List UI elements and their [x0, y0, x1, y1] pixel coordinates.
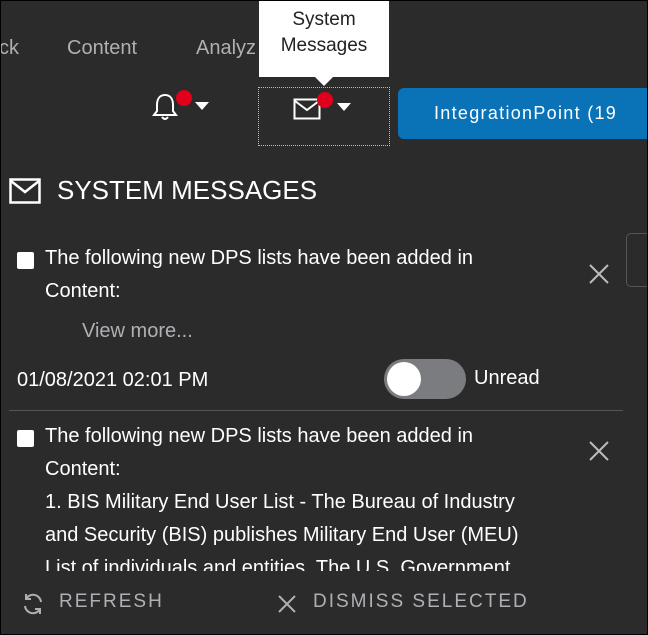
message-line: List of individuals and entities. The U.…	[45, 557, 511, 571]
message-line: The following new DPS lists have been ad…	[45, 247, 474, 269]
view-more-link[interactable]: View more...	[82, 320, 193, 343]
divider	[9, 410, 623, 411]
nav-item-partial[interactable]: ck	[1, 37, 19, 60]
message-text: The following new DPS lists have been ad…	[45, 242, 585, 308]
system-messages-tooltip: System Messages	[259, 1, 389, 86]
envelope-icon	[9, 178, 41, 204]
close-icon[interactable]	[588, 440, 610, 462]
panel-title: SYSTEM MESSAGES	[57, 175, 318, 205]
integrationpoint-button[interactable]: IntegrationPoint (19	[398, 88, 647, 139]
notification-dot	[176, 90, 192, 106]
close-icon[interactable]	[588, 263, 610, 285]
message-checkbox[interactable]	[17, 430, 34, 447]
dismiss-selected-button[interactable]: DISMISS SELECTED	[275, 581, 545, 629]
refresh-button[interactable]: REFRESH	[19, 581, 179, 629]
notification-dot	[317, 92, 333, 108]
message-item: The following new DPS lists have been ad…	[1, 421, 647, 571]
message-checkbox[interactable]	[17, 252, 34, 269]
dismiss-selected-label: DISMISS SELECTED	[313, 591, 529, 612]
notifications-button[interactable]	[151, 89, 211, 129]
bell-icon	[152, 93, 178, 120]
message-line: Content:	[45, 280, 121, 302]
tooltip-line-2: Messages	[280, 35, 368, 56]
system-messages-window: ck Content Analyz System Messages Integr…	[0, 0, 648, 635]
read-status-toggle[interactable]	[384, 359, 466, 399]
side-panel-edge	[626, 233, 647, 287]
read-status-label: Unread	[474, 367, 540, 389]
message-text: The following new DPS lists have been ad…	[45, 421, 605, 571]
system-messages-button[interactable]	[258, 87, 390, 146]
tooltip-line-1: System	[292, 9, 356, 30]
message-timestamp: 01/08/2021 02:01 PM	[17, 369, 209, 391]
message-line: 1. BIS Military End User List - The Bure…	[45, 491, 515, 513]
message-line: The following new DPS lists have been ad…	[45, 425, 474, 447]
message-line: and Security (BIS) publishes Military En…	[45, 524, 519, 546]
message-line: Content:	[45, 458, 121, 480]
chevron-down-icon	[337, 103, 351, 111]
footer-actions: REFRESH DISMISS SELECTED	[1, 581, 647, 634]
close-icon	[278, 595, 296, 613]
refresh-label: REFRESH	[59, 591, 164, 612]
nav-item-content[interactable]: Content	[67, 37, 137, 60]
nav-item-analyze[interactable]: Analyz	[196, 37, 256, 60]
toggle-knob	[387, 362, 421, 396]
refresh-icon	[24, 593, 42, 615]
chevron-down-icon	[195, 102, 209, 110]
